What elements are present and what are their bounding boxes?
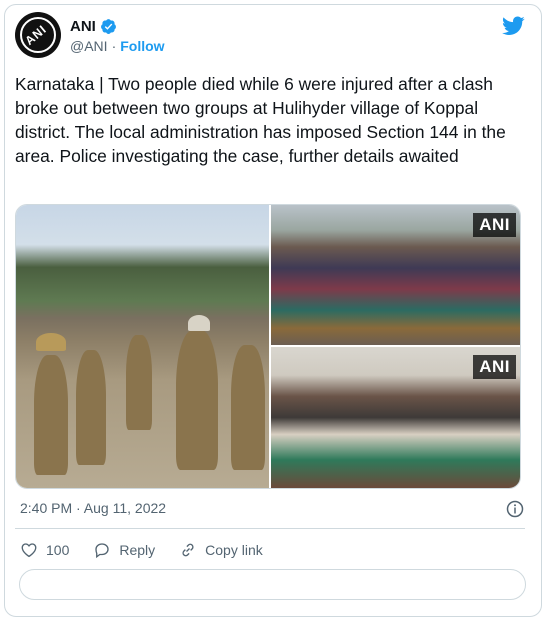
action-bar: 100 Reply Copy link: [20, 540, 287, 560]
tweet-header: ANI ANI @ANI · Follow: [15, 12, 525, 60]
photo-police-crowd[interactable]: [16, 205, 269, 488]
reply-icon: [95, 543, 110, 559]
author-handle[interactable]: @ANI: [70, 38, 108, 54]
link-icon: [182, 543, 194, 557]
avatar[interactable]: ANI: [15, 12, 61, 58]
divider: [15, 528, 525, 529]
tweet-text: Karnataka | Two people died while 6 were…: [15, 74, 506, 166]
author-name[interactable]: ANI: [70, 18, 96, 35]
reply-label: Reply: [119, 542, 156, 558]
copy-link-label: Copy link: [205, 542, 263, 558]
ani-watermark: ANI: [473, 355, 516, 379]
verified-badge-icon: [100, 18, 116, 34]
reply-input[interactable]: [19, 569, 526, 600]
like-button[interactable]: 100: [20, 541, 69, 559]
like-count: 100: [46, 542, 70, 558]
media-grid: ANI ANI: [15, 204, 521, 489]
photo-relatives-mourning[interactable]: ANI: [271, 347, 520, 488]
copy-link-button[interactable]: Copy link: [179, 541, 263, 559]
reply-button[interactable]: Reply: [93, 541, 155, 559]
info-icon[interactable]: [506, 500, 524, 518]
twitter-bird-icon[interactable]: [502, 16, 525, 36]
handle-separator: ·: [111, 38, 117, 54]
heart-icon: [21, 543, 37, 558]
photo-villagers[interactable]: ANI: [271, 205, 520, 345]
tweet-timestamp[interactable]: 2:40 PM · Aug 11, 2022: [20, 500, 166, 516]
follow-button[interactable]: Follow: [120, 38, 164, 54]
ani-watermark: ANI: [473, 213, 516, 237]
